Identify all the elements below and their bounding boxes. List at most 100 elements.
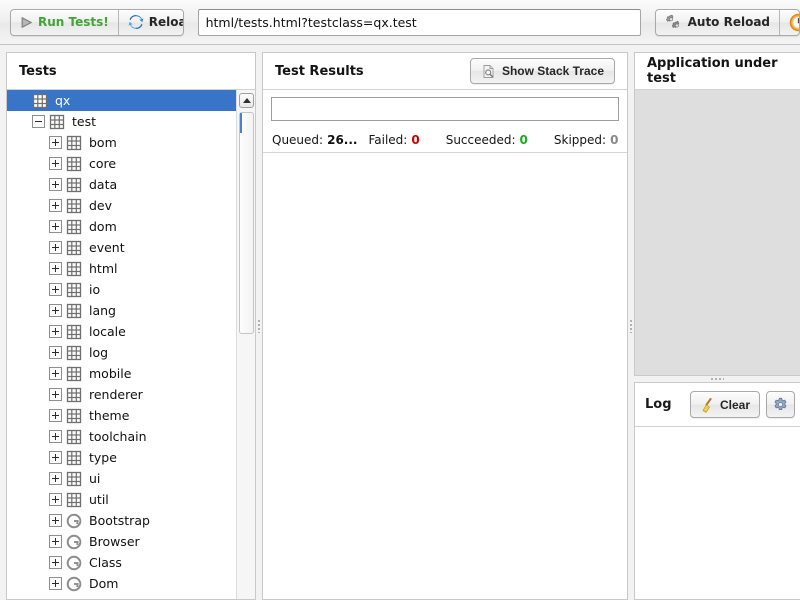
run-tests-button[interactable]: Run Tests! xyxy=(11,10,118,35)
tree-item-core[interactable]: core xyxy=(7,153,236,174)
schedule-button[interactable] xyxy=(779,10,800,35)
tree-expand-icon[interactable] xyxy=(49,472,62,485)
toolbar-run-group: Run Tests! Reload xyxy=(10,9,184,36)
tree-item-label: ui xyxy=(89,471,100,486)
scroll-up-button[interactable] xyxy=(239,93,254,108)
test-results-panel: Test Results Show Stack Trace Queued: 26… xyxy=(262,52,628,600)
tree-item-label: util xyxy=(89,492,109,507)
tree-collapse-icon[interactable] xyxy=(32,115,45,128)
tree-item-lang[interactable]: lang xyxy=(7,300,236,321)
show-stack-trace-button[interactable]: Show Stack Trace xyxy=(470,58,615,84)
status-failed-value: 0 xyxy=(411,133,419,147)
tree-expand-icon[interactable] xyxy=(49,556,62,569)
tree-item-label: qx xyxy=(55,93,70,108)
status-queued-label: Queued: xyxy=(272,133,323,147)
tree-item-theme[interactable]: theme xyxy=(7,405,236,426)
tree-expand-icon[interactable] xyxy=(49,304,62,317)
tree-expand-icon[interactable] xyxy=(49,451,62,464)
tree-expand-icon[interactable] xyxy=(49,325,62,338)
class-icon xyxy=(66,513,82,529)
package-icon xyxy=(66,198,82,214)
tree-item-label: io xyxy=(89,282,100,297)
tree-item-data[interactable]: data xyxy=(7,174,236,195)
tree-item-type[interactable]: type xyxy=(7,447,236,468)
tree-expand-icon[interactable] xyxy=(49,220,62,233)
tree-item-qx[interactable]: qx xyxy=(7,90,236,111)
auto-reload-label: Auto Reload xyxy=(688,15,770,29)
tree-item-event[interactable]: event xyxy=(7,237,236,258)
test-tree-area: qx testbom core datadevdomeventhtml io lang lo… xyxy=(7,90,255,599)
results-panel-title: Test Results xyxy=(275,64,470,79)
tree-expand-icon[interactable] xyxy=(49,367,62,380)
tree-expand-icon[interactable] xyxy=(49,283,62,296)
tree-expand-icon[interactable] xyxy=(49,346,62,359)
tree-item-html[interactable]: html xyxy=(7,258,236,279)
tree-item-label: Class xyxy=(89,555,122,570)
log-clear-label: Clear xyxy=(720,398,750,412)
tree-item-dom[interactable]: dom xyxy=(7,216,236,237)
tree-item-label: lang xyxy=(89,303,116,318)
tree-item-io[interactable]: io xyxy=(7,279,236,300)
tree-expand-icon[interactable] xyxy=(49,262,62,275)
tree-expand-icon[interactable] xyxy=(49,157,62,170)
url-field-wrapper xyxy=(198,9,641,36)
tree-item-label: mobile xyxy=(89,366,131,381)
tree-item-toolchain[interactable]: toolchain xyxy=(7,426,236,447)
package-icon xyxy=(66,303,82,319)
splitter-handle-icon xyxy=(258,319,260,333)
splitter-handle-icon xyxy=(710,378,724,380)
scrollbar-thumb-accent xyxy=(240,113,242,133)
test-status-bar: Queued: 26... Failed: 0 Succeeded: 0 Ski… xyxy=(263,127,627,153)
tree-expand-icon[interactable] xyxy=(49,430,62,443)
tree-item-dom[interactable]: Dom xyxy=(7,573,236,594)
test-tree[interactable]: qx testbom core datadevdomeventhtml io lang lo… xyxy=(7,90,236,599)
log-clear-button[interactable]: Clear xyxy=(690,391,760,418)
tree-item-locale[interactable]: locale xyxy=(7,321,236,342)
test-progress-bar xyxy=(271,97,619,121)
test-tree-scrollbar[interactable] xyxy=(236,90,255,599)
tree-item-bom[interactable]: bom xyxy=(7,132,236,153)
tree-expand-icon[interactable] xyxy=(49,199,62,212)
tree-item-bootstrap[interactable]: Bootstrap xyxy=(7,510,236,531)
tree-expand-icon[interactable] xyxy=(49,577,62,590)
package-icon xyxy=(66,366,82,382)
tree-expand-icon[interactable] xyxy=(49,535,62,548)
package-icon xyxy=(66,240,82,256)
tree-item-class[interactable]: Class xyxy=(7,552,236,573)
test-results-list[interactable] xyxy=(263,153,627,599)
status-queued-value: 26... xyxy=(327,133,357,147)
app-under-test-iframe[interactable] xyxy=(635,90,800,375)
log-output[interactable] xyxy=(635,427,800,599)
main-toolbar: Run Tests! Reload xyxy=(0,0,800,45)
package-icon xyxy=(66,429,82,445)
tree-item-ui[interactable]: ui xyxy=(7,468,236,489)
tree-expand-icon[interactable] xyxy=(49,241,62,254)
tree-expand-icon[interactable] xyxy=(49,409,62,422)
tree-item-util[interactable]: util xyxy=(7,489,236,510)
package-icon xyxy=(66,324,82,340)
tree-item-log[interactable]: log xyxy=(7,342,236,363)
test-url-input[interactable] xyxy=(198,9,641,36)
tree-item-mobile[interactable]: mobile xyxy=(7,363,236,384)
tree-item-label: locale xyxy=(89,324,126,339)
tree-expand-icon[interactable] xyxy=(49,178,62,191)
tree-item-renderer[interactable]: renderer xyxy=(7,384,236,405)
status-queued: Queued: 26... xyxy=(272,133,357,147)
package-icon xyxy=(66,408,82,424)
results-panel-header: Test Results Show Stack Trace xyxy=(263,53,627,90)
scrollbar-thumb[interactable] xyxy=(239,112,254,334)
tree-item-test[interactable]: test xyxy=(7,111,236,132)
log-settings-button[interactable] xyxy=(766,391,795,418)
package-icon xyxy=(66,345,82,361)
tree-expand-icon[interactable] xyxy=(49,493,62,506)
tree-expand-icon[interactable] xyxy=(49,136,62,149)
auto-reload-button[interactable]: Auto Reload xyxy=(656,10,779,35)
tree-item-dev[interactable]: dev xyxy=(7,195,236,216)
tree-expand-icon[interactable] xyxy=(49,388,62,401)
tree-item-browser[interactable]: Browser xyxy=(7,531,236,552)
reload-button[interactable]: Reload xyxy=(118,10,184,35)
document-magnify-icon xyxy=(481,64,496,79)
tree-expand-icon[interactable] xyxy=(49,514,62,527)
class-icon xyxy=(66,555,82,571)
tree-item-label: core xyxy=(89,156,116,171)
